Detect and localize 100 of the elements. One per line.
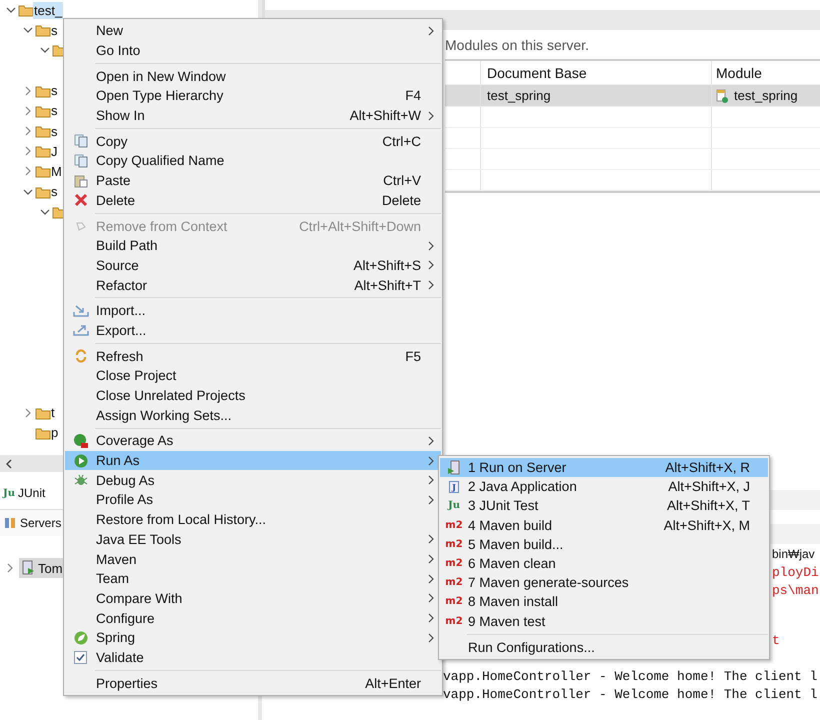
menu-item[interactable]: Spring [65,628,441,648]
menu-item[interactable]: New [65,21,441,41]
collapsed-chevron-icon[interactable] [23,166,33,176]
export-icon [72,323,88,338]
folder-icon [35,144,51,158]
menu-item[interactable]: m2 8 Maven install [440,592,768,612]
menu-item[interactable]: 1 Run on Server Alt+Shift+X, R [440,458,768,478]
menu-item[interactable]: Paste Ctrl+V [65,170,441,190]
menu-item[interactable]: Profile As [65,490,441,510]
menu-item[interactable]: Properties Alt+Enter [65,673,441,693]
folder-icon [35,23,51,38]
collapsed-chevron-icon[interactable] [23,86,33,96]
folder-icon [35,124,51,138]
folder-icon [18,3,34,18]
console-line: bin₩jav [772,547,815,561]
menu-item[interactable]: Open Type Hierarchy F4 [65,86,441,106]
tree-item[interactable]: t [50,404,56,422]
menu-item[interactable]: Run Configurations... [440,638,768,657]
paste-icon [74,174,88,188]
expanded-chevron-icon[interactable] [40,45,50,56]
tree-item[interactable]: J [50,142,58,160]
coverage-icon [72,432,88,449]
tree-item[interactable]: s [50,102,58,120]
console-line: vapp.HomeController - Welcome home! The client l [443,687,818,702]
menu-item[interactable]: Delete Delete [65,190,441,210]
import-icon [72,304,88,318]
menu-item[interactable]: m2 4 Maven build Alt+Shift+X, M [440,516,768,535]
column-header[interactable]: Module [712,61,820,84]
menu-item[interactable]: Export... [65,320,441,340]
copy-icon [74,134,88,148]
menu-item[interactable]: Import... [65,300,441,321]
folder-icon [35,184,51,199]
delete-icon [74,193,88,208]
tree-item[interactable]: M [50,162,63,180]
folder-icon [35,426,51,440]
menu-item[interactable]: Compare With [65,588,441,608]
menu-item[interactable]: J 2 Java Application Alt+Shift+X, J [440,477,768,496]
menu-item[interactable]: Refactor Alt+Shift+T [65,275,441,295]
tree-item[interactable]: test_ [33,2,64,19]
console-line: ps\man [772,583,819,598]
tree-item[interactable]: s [50,122,58,140]
menu-item[interactable]: Ju 3 JUnit Test Alt+Shift+X, T [440,496,768,516]
menu-item[interactable]: Build Path [65,236,441,256]
menu-item[interactable]: Close Project [65,366,441,386]
folder-icon [35,406,51,420]
menu-item[interactable]: Copy Qualified Name [65,151,441,171]
table-cell: test_spring [487,88,551,103]
section-description: Modules on this server. [444,36,590,55]
expanded-chevron-icon[interactable] [40,206,50,217]
expanded-chevron-icon[interactable] [23,25,33,36]
server-run-icon [447,460,461,476]
menu-item[interactable]: Configure [65,608,441,628]
menu-item[interactable]: m2 9 Maven test [440,612,768,631]
menu-item[interactable]: Assign Working Sets... [65,405,441,426]
menu-item[interactable]: Go Into [65,40,441,60]
folder-icon [35,84,51,98]
menu-item[interactable]: Copy Ctrl+C [65,131,441,152]
scroll-left-icon[interactable] [5,458,13,468]
tree-item[interactable]: s [50,22,58,39]
run-icon [74,454,88,468]
menu-item[interactable]: Restore from Local History... [65,510,441,530]
checkbox-icon [74,650,87,664]
collapsed-chevron-icon[interactable] [23,408,33,418]
refresh-icon [74,349,88,364]
menu-item[interactable]: Debug As [65,470,441,490]
console-line: ployDi [772,565,819,580]
menu-item[interactable]: Coverage As [65,431,441,451]
menu-item[interactable]: Run As [65,450,441,470]
column-header[interactable]: Document Base [481,61,712,84]
menu-item[interactable]: Source Alt+Shift+S [65,256,441,276]
console-line: vapp.HomeController - Welcome home! The client l [443,669,818,684]
table-row[interactable]: test_spring test_spring [445,85,820,107]
menu-item[interactable]: Show In Alt+Shift+W [65,106,441,126]
collapsed-chevron-icon[interactable] [23,126,33,136]
menu-item[interactable]: Validate [65,648,441,668]
copy-icon [74,154,88,168]
bug-icon [74,473,88,488]
collapsed-chevron-icon[interactable] [23,146,33,156]
collapsed-chevron-icon[interactable] [5,563,15,573]
console-line: t [772,633,780,648]
expanded-chevron-icon[interactable] [6,5,16,16]
table-cell: test_spring [734,88,798,103]
leaf-icon [74,630,88,645]
collapsed-chevron-icon[interactable] [23,106,33,116]
web-module-icon [716,88,728,102]
servers-icon [3,516,17,530]
tree-item[interactable]: s [50,82,58,100]
tree-item[interactable]: s [50,183,58,200]
menu-item[interactable]: m2 6 Maven clean [440,554,768,574]
menu-item[interactable]: Java EE Tools [65,530,441,550]
menu-item[interactable]: Open in New Window [65,66,441,86]
folder-icon [35,164,51,178]
menu-item[interactable]: m2 5 Maven build... [440,534,768,554]
menu-item[interactable]: m2 7 Maven generate-sources [440,573,768,592]
expanded-chevron-icon[interactable] [23,186,33,197]
menu-item[interactable]: Close Unrelated Projects [65,386,441,406]
tree-item[interactable]: p [50,424,60,442]
folder-icon [35,104,51,118]
server-icon [21,560,35,576]
menu-item[interactable]: Refresh F5 [65,346,441,366]
